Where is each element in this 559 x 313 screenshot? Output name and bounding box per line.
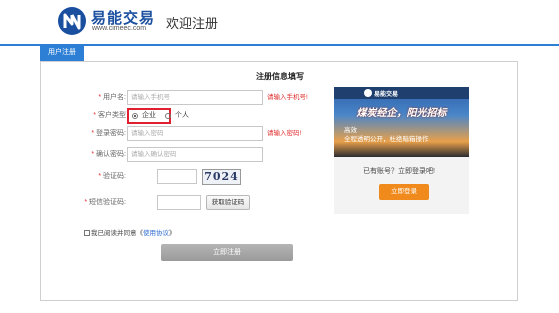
user-type-label: * 客户类型	[93, 112, 126, 119]
tab-user-register[interactable]: 用户注册	[40, 44, 84, 61]
radio-personal[interactable]	[165, 113, 171, 119]
captcha-input[interactable]	[157, 169, 197, 184]
header: 易能交易 www.cimeec.com 欢迎注册	[0, 0, 559, 40]
username-row: * 用户名: 请输入手机号 请输入手机号!	[41, 90, 341, 106]
password-error: 请输入密码!	[267, 130, 302, 137]
sms-input[interactable]	[157, 195, 201, 210]
confirm-row: * 确认密码: 请输入确认密码	[41, 147, 341, 163]
captcha-label: * 验证码:	[98, 173, 126, 180]
logo-icon	[58, 7, 86, 35]
username-input[interactable]: 请输入手机号	[127, 90, 263, 105]
sms-row: * 短信验证码: 获取验证码	[41, 195, 341, 211]
terms-link[interactable]: 使用协议	[143, 230, 169, 237]
password-row: * 登录密码: 请输入密码 请输入密码!	[41, 126, 341, 142]
captcha-row: * 验证码: 7024	[41, 169, 341, 185]
banner-line2: 全程透明公开，杜绝暗箱操作	[344, 136, 429, 143]
username-error: 请输入手机号!	[267, 94, 308, 101]
user-type-row: * 客户类型 企业 个人	[41, 108, 341, 124]
banner-brand: 易能交易	[374, 92, 399, 98]
agreement: 我已阅读并同意《使用协议》	[84, 229, 176, 239]
form-title: 注册信息填写	[256, 72, 304, 81]
login-button[interactable]: 立即登录	[379, 184, 429, 200]
captcha-image[interactable]: 7024	[202, 169, 241, 185]
agree-checkbox[interactable]	[84, 230, 90, 237]
login-prompt: 已有账号？立即登录吧!	[363, 168, 435, 175]
banner-headline: 煤炭经企，阳光招标	[356, 108, 447, 119]
radio-enterprise[interactable]	[132, 113, 138, 119]
radio-personal-label: 个人	[175, 112, 189, 119]
password-label: * 登录密码:	[91, 130, 126, 137]
register-button[interactable]: 立即注册	[161, 244, 293, 261]
register-panel: 注册信息填写 * 用户名: 请输入手机号 请输入手机号! * 客户类型 企业 个人 …	[40, 61, 518, 301]
radio-enterprise-label: 企业	[142, 112, 156, 119]
confirm-label: * 确认密码:	[91, 151, 126, 158]
confirm-input[interactable]: 请输入确认密码	[127, 147, 263, 162]
page-title: 欢迎注册	[166, 16, 219, 31]
agree-suffix: 》	[169, 230, 176, 237]
username-label: * 用户名:	[98, 94, 126, 101]
brand-url: www.cimeec.com	[92, 25, 147, 32]
promo-banner: 易能交易 煤炭经企，阳光招标 高效 全程透明公开，杜绝暗箱操作	[334, 87, 469, 157]
banner-logo-icon	[364, 89, 372, 97]
banner-topbar	[334, 87, 469, 99]
get-code-button[interactable]: 获取验证码	[206, 195, 250, 210]
password-input[interactable]: 请输入密码	[127, 126, 263, 141]
agree-text: 我已阅读并同意《	[91, 230, 143, 237]
sms-label: * 短信验证码:	[84, 199, 126, 206]
